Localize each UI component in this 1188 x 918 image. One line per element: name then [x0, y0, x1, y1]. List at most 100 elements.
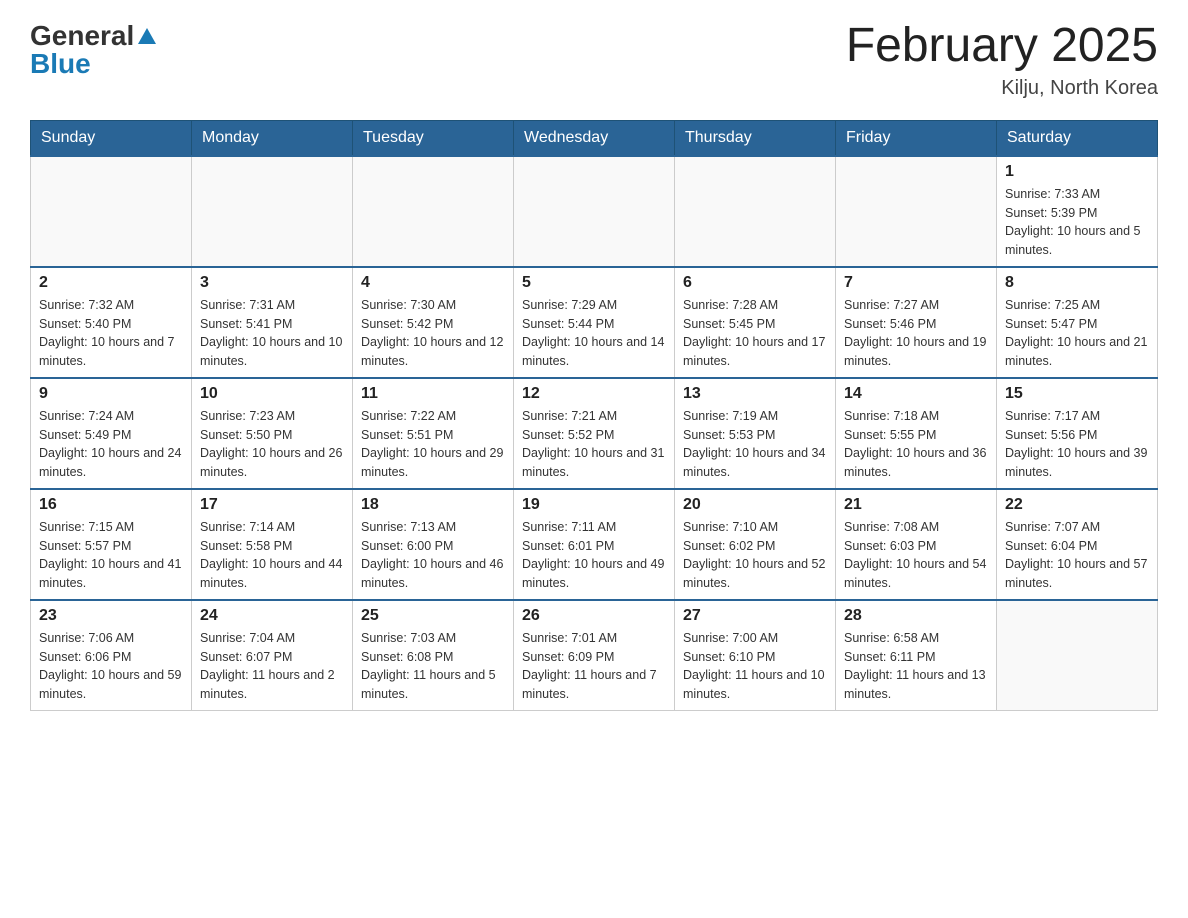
- day-info: Sunrise: 7:08 AMSunset: 6:03 PMDaylight:…: [844, 518, 988, 593]
- calendar-cell: 25 Sunrise: 7:03 AMSunset: 6:08 PMDayligh…: [353, 600, 514, 711]
- weekday-header-wednesday: Wednesday: [514, 120, 675, 156]
- weekday-header-tuesday: Tuesday: [353, 120, 514, 156]
- calendar-week-row: 23Sunrise: 7:06 AMSunset: 6:06 PMDayligh…: [31, 600, 1158, 711]
- day-number: 8: [1005, 274, 1149, 292]
- day-number: 21: [844, 496, 988, 514]
- day-info: Sunrise: 7:30 AMSunset: 5:42 PMDaylight:…: [361, 296, 505, 371]
- calendar-cell: 4 Sunrise: 7:30 AMSunset: 5:42 PMDaylight…: [353, 267, 514, 378]
- calendar-cell: 11Sunrise: 7:22 AMSunset: 5:51 PMDayligh…: [353, 378, 514, 489]
- calendar-cell: 17 Sunrise: 7:14 AMSunset: 5:58 PMDayligh…: [192, 489, 353, 600]
- calendar-week-row: 9Sunrise: 7:24 AMSunset: 5:49 PMDaylight…: [31, 378, 1158, 489]
- calendar-cell: 2 Sunrise: 7:32 AMSunset: 5:40 PMDaylight…: [31, 267, 192, 378]
- calendar-cell: [192, 156, 353, 267]
- day-info: Sunrise: 7:03 AMSunset: 6:08 PMDaylight:…: [361, 629, 505, 704]
- calendar-cell: 21 Sunrise: 7:08 AMSunset: 6:03 PMDayligh…: [836, 489, 997, 600]
- calendar-cell: 15 Sunrise: 7:17 AMSunset: 5:56 PMDayligh…: [997, 378, 1158, 489]
- day-info: Sunrise: 7:07 AMSunset: 6:04 PMDaylight:…: [1005, 518, 1149, 593]
- weekday-header-row: SundayMondayTuesdayWednesdayThursdayFrid…: [31, 120, 1158, 156]
- calendar-cell: 6Sunrise: 7:28 AMSunset: 5:45 PMDaylight…: [675, 267, 836, 378]
- calendar-cell: 12 Sunrise: 7:21 AMSunset: 5:52 PMDayligh…: [514, 378, 675, 489]
- calendar-cell: 28 Sunrise: 6:58 AMSunset: 6:11 PMDayligh…: [836, 600, 997, 711]
- day-number: 17: [200, 496, 344, 514]
- calendar-cell: 26 Sunrise: 7:01 AMSunset: 6:09 PMDayligh…: [514, 600, 675, 711]
- weekday-header-friday: Friday: [836, 120, 997, 156]
- day-number: 25: [361, 607, 505, 625]
- day-number: 14: [844, 385, 988, 403]
- day-info: Sunrise: 7:21 AMSunset: 5:52 PMDaylight:…: [522, 407, 666, 482]
- calendar-cell: [514, 156, 675, 267]
- day-info: Sunrise: 7:13 AMSunset: 6:00 PMDaylight:…: [361, 518, 505, 593]
- calendar-cell: [31, 156, 192, 267]
- logo-triangle-icon: [138, 28, 156, 49]
- calendar-cell: 18 Sunrise: 7:13 AMSunset: 6:00 PMDayligh…: [353, 489, 514, 600]
- weekday-header-sunday: Sunday: [31, 120, 192, 156]
- calendar-cell: 5Sunrise: 7:29 AMSunset: 5:44 PMDaylight…: [514, 267, 675, 378]
- day-info: Sunrise: 7:17 AMSunset: 5:56 PMDaylight:…: [1005, 407, 1149, 482]
- calendar-cell: 24 Sunrise: 7:04 AMSunset: 6:07 PMDayligh…: [192, 600, 353, 711]
- day-number: 24: [200, 607, 344, 625]
- day-number: 1: [1005, 163, 1149, 181]
- calendar-cell: 7Sunrise: 7:27 AMSunset: 5:46 PMDaylight…: [836, 267, 997, 378]
- day-info: Sunrise: 7:25 AMSunset: 5:47 PMDaylight:…: [1005, 296, 1149, 371]
- calendar-cell: 22 Sunrise: 7:07 AMSunset: 6:04 PMDayligh…: [997, 489, 1158, 600]
- day-info: Sunrise: 6:58 AMSunset: 6:11 PMDaylight:…: [844, 629, 988, 704]
- weekday-header-thursday: Thursday: [675, 120, 836, 156]
- day-info: Sunrise: 7:32 AMSunset: 5:40 PMDaylight:…: [39, 296, 183, 371]
- calendar-cell: 3 Sunrise: 7:31 AMSunset: 5:41 PMDaylight…: [192, 267, 353, 378]
- day-number: 2: [39, 274, 183, 292]
- location: Kilju, North Korea: [846, 77, 1158, 100]
- calendar-cell: 20Sunrise: 7:10 AMSunset: 6:02 PMDayligh…: [675, 489, 836, 600]
- calendar-table: SundayMondayTuesdayWednesdayThursdayFrid…: [30, 120, 1158, 711]
- weekday-header-monday: Monday: [192, 120, 353, 156]
- day-number: 9: [39, 385, 183, 403]
- day-number: 26: [522, 607, 666, 625]
- logo-blue-text: Blue: [30, 48, 91, 80]
- day-number: 7: [844, 274, 988, 292]
- calendar-cell: 9Sunrise: 7:24 AMSunset: 5:49 PMDaylight…: [31, 378, 192, 489]
- day-info: Sunrise: 7:04 AMSunset: 6:07 PMDaylight:…: [200, 629, 344, 704]
- day-info: Sunrise: 7:22 AMSunset: 5:51 PMDaylight:…: [361, 407, 505, 482]
- day-info: Sunrise: 7:33 AMSunset: 5:39 PMDaylight:…: [1005, 185, 1149, 260]
- day-info: Sunrise: 7:15 AMSunset: 5:57 PMDaylight:…: [39, 518, 183, 593]
- day-info: Sunrise: 7:11 AMSunset: 6:01 PMDaylight:…: [522, 518, 666, 593]
- logo: General Blue: [30, 20, 156, 80]
- calendar-week-row: 16 Sunrise: 7:15 AMSunset: 5:57 PMDayligh…: [31, 489, 1158, 600]
- weekday-header-saturday: Saturday: [997, 120, 1158, 156]
- day-number: 6: [683, 274, 827, 292]
- calendar-cell: 13Sunrise: 7:19 AMSunset: 5:53 PMDayligh…: [675, 378, 836, 489]
- calendar-cell: [997, 600, 1158, 711]
- day-info: Sunrise: 7:01 AMSunset: 6:09 PMDaylight:…: [522, 629, 666, 704]
- calendar-week-row: 2 Sunrise: 7:32 AMSunset: 5:40 PMDaylight…: [31, 267, 1158, 378]
- day-info: Sunrise: 7:18 AMSunset: 5:55 PMDaylight:…: [844, 407, 988, 482]
- calendar-cell: 1 Sunrise: 7:33 AMSunset: 5:39 PMDaylight…: [997, 156, 1158, 267]
- day-number: 20: [683, 496, 827, 514]
- calendar-cell: 27Sunrise: 7:00 AMSunset: 6:10 PMDayligh…: [675, 600, 836, 711]
- day-number: 15: [1005, 385, 1149, 403]
- calendar-cell: 14 Sunrise: 7:18 AMSunset: 5:55 PMDayligh…: [836, 378, 997, 489]
- title-section: February 2025 Kilju, North Korea: [846, 20, 1158, 100]
- calendar-cell: [836, 156, 997, 267]
- day-info: Sunrise: 7:14 AMSunset: 5:58 PMDaylight:…: [200, 518, 344, 593]
- calendar-cell: 16 Sunrise: 7:15 AMSunset: 5:57 PMDayligh…: [31, 489, 192, 600]
- calendar-week-row: 1 Sunrise: 7:33 AMSunset: 5:39 PMDaylight…: [31, 156, 1158, 267]
- day-info: Sunrise: 7:00 AMSunset: 6:10 PMDaylight:…: [683, 629, 827, 704]
- day-info: Sunrise: 7:19 AMSunset: 5:53 PMDaylight:…: [683, 407, 827, 482]
- day-number: 10: [200, 385, 344, 403]
- day-number: 16: [39, 496, 183, 514]
- day-number: 28: [844, 607, 988, 625]
- month-title: February 2025: [846, 20, 1158, 73]
- calendar-cell: [675, 156, 836, 267]
- calendar-cell: 23Sunrise: 7:06 AMSunset: 6:06 PMDayligh…: [31, 600, 192, 711]
- day-info: Sunrise: 7:23 AMSunset: 5:50 PMDaylight:…: [200, 407, 344, 482]
- day-number: 18: [361, 496, 505, 514]
- day-number: 3: [200, 274, 344, 292]
- calendar-cell: 10 Sunrise: 7:23 AMSunset: 5:50 PMDayligh…: [192, 378, 353, 489]
- day-number: 22: [1005, 496, 1149, 514]
- day-number: 4: [361, 274, 505, 292]
- day-info: Sunrise: 7:31 AMSunset: 5:41 PMDaylight:…: [200, 296, 344, 371]
- page-header: General Blue February 2025 Kilju, North …: [30, 20, 1158, 100]
- calendar-cell: [353, 156, 514, 267]
- day-number: 12: [522, 385, 666, 403]
- calendar-cell: 8 Sunrise: 7:25 AMSunset: 5:47 PMDaylight…: [997, 267, 1158, 378]
- day-number: 23: [39, 607, 183, 625]
